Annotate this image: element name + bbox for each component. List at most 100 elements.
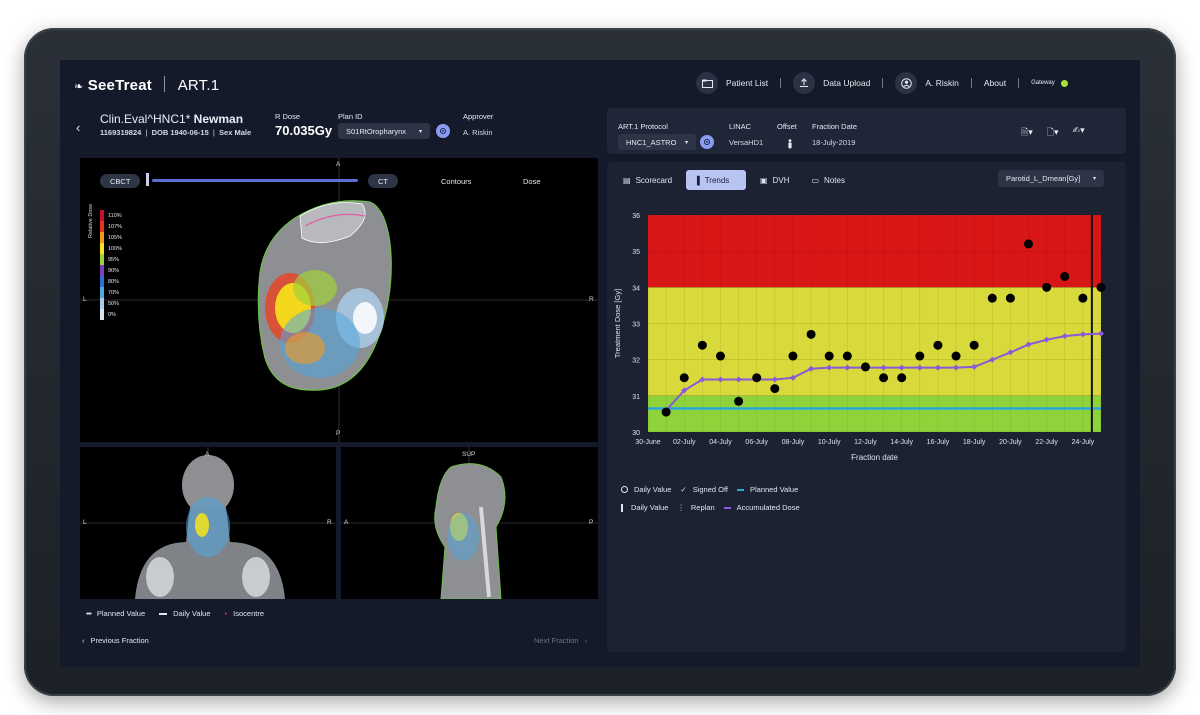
- dose-scale-label: 0%: [108, 311, 116, 318]
- back-chevron-icon[interactable]: ‹: [76, 120, 80, 135]
- tab-dvh[interactable]: ▣ DVH: [752, 170, 797, 190]
- planned-value-dots-icon: •••: [86, 609, 92, 618]
- coronal-viewer[interactable]: A L R: [80, 447, 336, 599]
- caret-down-icon: ▾: [1092, 176, 1096, 182]
- tab-scorecard[interactable]: ▤ Scorecard: [615, 170, 680, 190]
- plan-id-label: Plan ID: [338, 112, 363, 121]
- dose-scale-step: 105%: [100, 232, 122, 243]
- x-tick-label: 02-July: [673, 439, 696, 446]
- dvh-icon: ▣: [760, 175, 768, 185]
- legend-isocentre: Isocentre: [233, 609, 265, 618]
- dose-label: Dose: [523, 177, 541, 186]
- nav-patient-list-label: Patient List: [726, 78, 769, 88]
- daily-value-point: [1096, 282, 1106, 292]
- dose-scale-label: 80%: [108, 278, 120, 285]
- ct-chip[interactable]: CT: [368, 174, 398, 188]
- export-file-icon[interactable]: 🗋▾: [1047, 125, 1059, 141]
- dose-swatch: [100, 287, 104, 298]
- nav-user[interactable]: A. Riskin: [895, 72, 959, 94]
- previous-fraction-label: Previous Fraction: [90, 636, 149, 645]
- x-tick-label: 14-July: [890, 439, 913, 446]
- plan-id-value: S01RtOropharynx: [346, 126, 407, 136]
- daily-value-point: [661, 407, 671, 417]
- nav-about[interactable]: About: [984, 78, 1006, 88]
- axial-orient-left: L: [83, 296, 87, 303]
- daily-value-point: [860, 362, 870, 372]
- daily-value-point: [734, 396, 744, 406]
- nav-patient-list[interactable]: Patient List: [696, 72, 768, 94]
- dose-scale-step: 95%: [100, 254, 122, 265]
- protocol-settings-icon[interactable]: [700, 135, 714, 149]
- sagittal-orient-left: A: [344, 519, 349, 526]
- circle-outline-icon: [621, 486, 628, 493]
- app-name: ART.1: [177, 77, 220, 94]
- dose-scale-step: 100%: [100, 243, 122, 254]
- daily-value-point: [933, 340, 943, 350]
- tab-trends[interactable]: ▐ Trends: [686, 170, 747, 190]
- dose-scale-step: 110%: [100, 210, 122, 221]
- daily-value-line-icon: [159, 612, 168, 615]
- x-axis-label: Fraction date: [851, 453, 898, 462]
- tab-notes[interactable]: ▭ Notes: [803, 170, 852, 190]
- y-axis-label: Treatment Dose [Gy]: [613, 289, 622, 358]
- tab-trends-label: Trends: [704, 175, 730, 185]
- patient-meta: 1169319824 | DOB 1940-06-15 | Sex Male: [100, 128, 252, 137]
- daily-value-point: [679, 373, 689, 383]
- sign-off-icon[interactable]: ✍▾: [1073, 125, 1085, 141]
- cbct-chip[interactable]: CBCT: [100, 174, 141, 188]
- dose-axis-label: Relative Dose: [88, 203, 94, 238]
- axial-viewer[interactable]: CBCT CT Contours Dose A P L R Relative D…: [80, 158, 598, 492]
- legend-daily-value: Daily Value: [173, 609, 211, 618]
- previous-fraction-button[interactable]: ‹ Previous Fraction: [82, 636, 155, 645]
- next-fraction-button[interactable]: Next Fraction ›: [534, 636, 593, 645]
- y-tick-label: 35: [632, 249, 640, 256]
- user-icon: [895, 72, 918, 94]
- view-tabs: ▤ Scorecard ▐ Trends ▣ DVH ▭ Notes: [615, 170, 853, 190]
- blend-slider-track[interactable]: [152, 179, 358, 182]
- dose-scale-step: 107%: [100, 221, 122, 232]
- plan-settings-icon[interactable]: [436, 124, 450, 138]
- daily-value-point: [915, 351, 925, 361]
- dose-scale-label: 100%: [108, 245, 123, 252]
- legend-planned-value: Planned Value: [750, 485, 799, 494]
- dose-scale-step: 70%: [100, 287, 122, 298]
- dose-scale-label: 105%: [108, 234, 123, 241]
- patient-name: Clin.Eval^HNC1* Newman: [100, 112, 243, 126]
- viewer-legend: ••• Planned Value Daily Value • Isocentr…: [86, 609, 270, 618]
- metric-select[interactable]: Parotid_L_Dmean[Gy] ▾: [998, 170, 1104, 187]
- legend-planned-value: Planned Value: [96, 609, 146, 618]
- protocol-select[interactable]: HNC1_ASTRO ▾: [618, 134, 696, 150]
- daily-value-point: [752, 373, 762, 383]
- y-tick-label: 34: [632, 285, 640, 292]
- patient-name-prefix: Clin.Eval^HNC1*: [100, 112, 191, 126]
- protocol-bar: ART.1 Protocol HNC1_ASTRO ▾ LINAC VersaH…: [607, 108, 1126, 154]
- sagittal-orient-top: SUP: [462, 451, 476, 458]
- daily-value-point: [715, 351, 725, 361]
- report-settings-icon[interactable]: 🗎▾: [1021, 125, 1033, 141]
- x-tick-label: 30-June: [635, 439, 660, 446]
- fraction-date-label: Fraction Date: [812, 122, 858, 131]
- sagittal-viewer[interactable]: SUP A P: [341, 447, 598, 600]
- x-tick-label: 06-July: [745, 439, 768, 446]
- plan-id-select[interactable]: S01RtOropharynx ▾: [338, 123, 430, 139]
- coronal-orient-right: R: [327, 519, 332, 526]
- legend-daily-value-bar: Daily Value: [631, 503, 669, 512]
- chevron-left-icon: ‹: [82, 636, 85, 645]
- x-tick-label: 08-July: [782, 439, 805, 446]
- legend-signed-off: Signed Off: [692, 485, 728, 494]
- dose-scale-step: 0%: [100, 309, 122, 320]
- rdose-value: 70.035Gy: [275, 123, 333, 138]
- patient-sex: Male: [234, 128, 252, 137]
- trend-chart[interactable]: 30 31 32 33 34 35 36 30-June 02-July 04-July 06-Ju…: [607, 202, 1126, 482]
- patient-dob: 1940-06-15: [170, 128, 209, 137]
- toolbar-icons: 🗎▾ 🗋▾ ✍▾: [1021, 125, 1085, 141]
- replan-dots-icon: ⋮: [677, 503, 685, 512]
- daily-value-point: [1024, 239, 1034, 249]
- linac-label: LINAC: [729, 122, 752, 131]
- x-tick-label: 10-July: [818, 439, 841, 446]
- blend-slider-handle[interactable]: [146, 173, 149, 186]
- bar-marker-icon: [621, 503, 623, 512]
- chart-legend-row-2: Daily Value ⋮ Replan Accumulated Dose: [621, 503, 806, 512]
- nav-data-upload[interactable]: Data Upload: [793, 72, 870, 94]
- sagittal-image: [341, 447, 598, 600]
